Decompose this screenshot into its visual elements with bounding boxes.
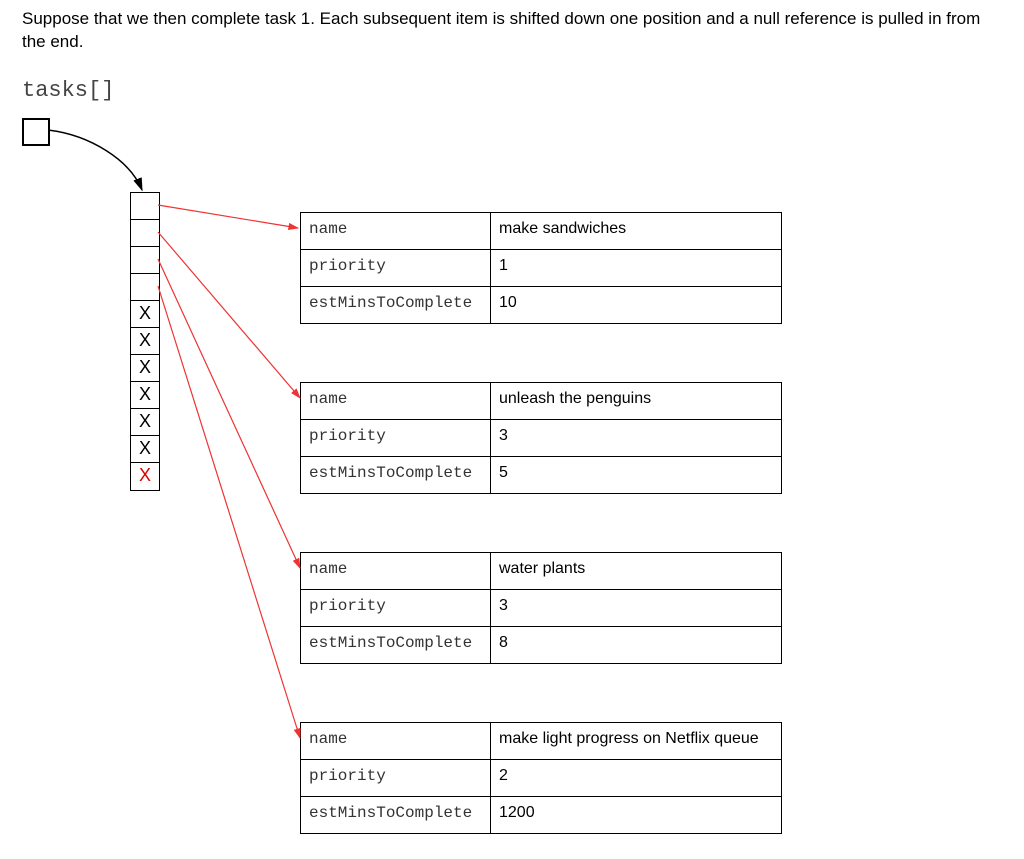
field-label: name bbox=[301, 383, 491, 419]
field-value: 1200 bbox=[491, 797, 781, 833]
field-value: 10 bbox=[491, 287, 781, 323]
task-object: name unleash the penguins priority 3 est… bbox=[300, 382, 782, 494]
field-value: 3 bbox=[491, 420, 781, 456]
field-label: priority bbox=[301, 250, 491, 286]
field-value: 5 bbox=[491, 457, 781, 493]
field-label: priority bbox=[301, 760, 491, 796]
field-value: make light progress on Netflix queue bbox=[491, 723, 781, 759]
field-label: estMinsToComplete bbox=[301, 287, 491, 323]
array-cell-new-null: X bbox=[131, 463, 159, 490]
field-label: priority bbox=[301, 590, 491, 626]
field-label: estMinsToComplete bbox=[301, 797, 491, 833]
root-reference-box bbox=[22, 118, 50, 146]
intro-text: Suppose that we then complete task 1. Ea… bbox=[22, 8, 1002, 54]
array-column: X X X X X X X bbox=[130, 192, 160, 491]
array-cell bbox=[131, 274, 159, 301]
array-cell bbox=[131, 193, 159, 220]
field-label: estMinsToComplete bbox=[301, 457, 491, 493]
array-cell: X bbox=[131, 301, 159, 328]
array-cell: X bbox=[131, 436, 159, 463]
field-value: 2 bbox=[491, 760, 781, 796]
task-object: name make light progress on Netflix queu… bbox=[300, 722, 782, 834]
array-label: tasks[] bbox=[22, 78, 114, 103]
field-value: 8 bbox=[491, 627, 781, 663]
array-cell: X bbox=[131, 328, 159, 355]
field-label: name bbox=[301, 553, 491, 589]
array-cell: X bbox=[131, 355, 159, 382]
field-label: name bbox=[301, 213, 491, 249]
field-value: 1 bbox=[491, 250, 781, 286]
field-label: priority bbox=[301, 420, 491, 456]
task-object: name water plants priority 3 estMinsToCo… bbox=[300, 552, 782, 664]
field-label: name bbox=[301, 723, 491, 759]
array-cell bbox=[131, 247, 159, 274]
field-value: unleash the penguins bbox=[491, 383, 781, 419]
array-cell: X bbox=[131, 382, 159, 409]
field-value: water plants bbox=[491, 553, 781, 589]
field-value: make sandwiches bbox=[491, 213, 781, 249]
array-cell bbox=[131, 220, 159, 247]
field-value: 3 bbox=[491, 590, 781, 626]
array-cell: X bbox=[131, 409, 159, 436]
field-label: estMinsToComplete bbox=[301, 627, 491, 663]
task-object: name make sandwiches priority 1 estMinsT… bbox=[300, 212, 782, 324]
